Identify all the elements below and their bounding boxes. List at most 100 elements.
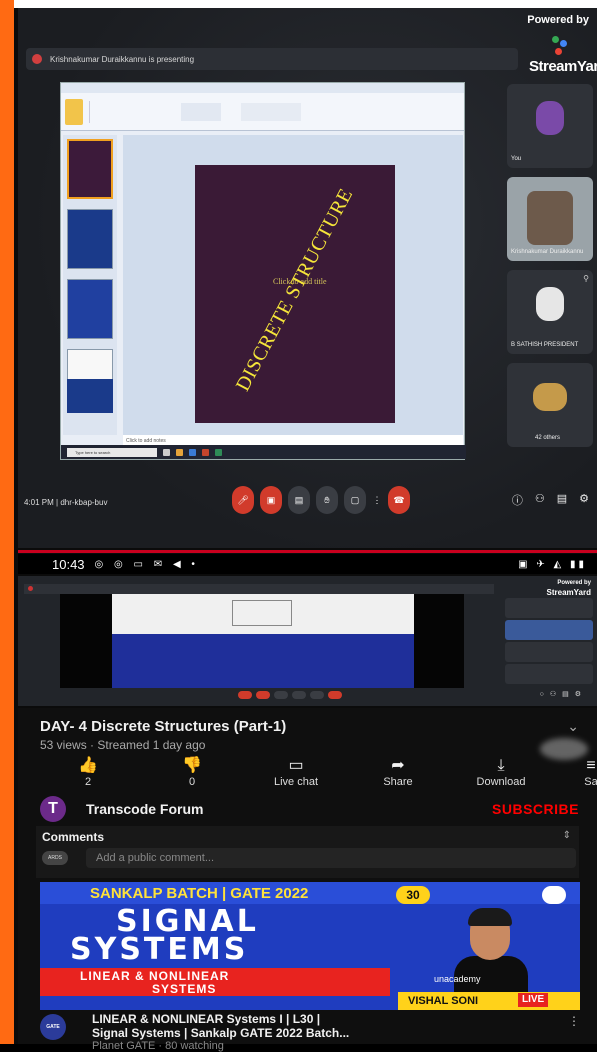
live-chat-button[interactable]: ▭ Live chat xyxy=(254,756,338,788)
download-label: Download xyxy=(476,776,526,788)
slide-title: DISCRETE STRUCTURE xyxy=(231,184,358,395)
comment-input[interactable]: Add a public comment... xyxy=(86,848,576,868)
recommended-title-line2[interactable]: Signal Systems | Sankalp GATE 2022 Batch… xyxy=(92,1026,349,1040)
participant-name: B SATHISH PRESIDENT xyxy=(511,342,579,348)
video-meta: 53 views · Streamed 1 day ago xyxy=(40,738,206,752)
taskbar-app-icon xyxy=(215,448,222,456)
participant-video xyxy=(527,191,573,245)
streamyard-meeting: Powered by StreamYard Krishnakumar Durai… xyxy=(18,8,597,548)
share-icon: ➦ xyxy=(391,757,405,774)
action-bar: 👍 2 👎 0 ▭ Live chat ➦ Share ⤓ Download ≡ xyxy=(18,756,597,792)
video-player[interactable]: Powered by StreamYard ○⚇▤⚙ xyxy=(18,576,597,706)
mic-off-icon: ⚲ xyxy=(583,274,589,283)
download-button[interactable]: ⤓ Download xyxy=(456,756,546,788)
phone-status-bar: 10:43 ◎ ◎ ▭ ✉ ◀ • ▣ ✈ ◭ ▮▮ xyxy=(18,554,597,574)
thumbnail-topic-line2: SYSTEMS xyxy=(152,982,217,996)
presenting-icon xyxy=(32,54,42,64)
participant-tiles: You Krishnakumar Duraikkannu ⚲ B SATHISH… xyxy=(507,84,593,456)
share-label: Share xyxy=(383,776,413,788)
presenting-banner: Krishnakumar Duraikkannu is presenting xyxy=(26,48,518,70)
comments-section[interactable]: Comments ⇕ ARDS Add a public comment... xyxy=(36,826,579,878)
download-icon: ⤓ xyxy=(497,757,505,774)
present-button[interactable]: ▢ xyxy=(344,486,366,514)
share-button[interactable]: ➦ Share xyxy=(368,756,428,788)
presenting-text: Krishnakumar Duraikkannu is presenting xyxy=(50,54,195,64)
player-slide xyxy=(112,594,414,688)
live-chat-label: Live chat xyxy=(273,776,319,788)
save-label: Sa xyxy=(584,776,597,788)
recommended-meta: Planet GATE · 80 watching xyxy=(92,1040,224,1052)
slide-thumbnail xyxy=(67,279,113,339)
people-icon[interactable]: ⚇ xyxy=(535,492,545,508)
notification-icons: ◎ ◎ ▭ ✉ ◀ • xyxy=(94,558,199,570)
raise-hand-button[interactable]: ✋︎ xyxy=(316,486,338,514)
thumbnail-title-line2: SYSTEMS xyxy=(70,932,249,967)
streamyard-logo-icon xyxy=(552,36,568,58)
streamyard-logo: StreamYard xyxy=(529,36,597,75)
ppt-title-bar xyxy=(61,83,464,93)
participant-tile[interactable]: ⚲ B SATHISH PRESIDENT xyxy=(507,270,593,354)
dislike-button[interactable]: 👎 0 xyxy=(172,756,212,788)
player-participant-tiles xyxy=(505,598,593,686)
taskbar-app-icon xyxy=(176,448,183,456)
save-button[interactable]: ≡ Sa xyxy=(576,756,597,788)
recommended-channel-avatar[interactable]: GATE xyxy=(40,1014,66,1040)
powered-by-label: Powered by xyxy=(527,14,589,26)
left-accent-bar xyxy=(0,0,14,1044)
call-controls: 🎤︎ ▣ ▤ ✋︎ ▢ ⋮ ☎ xyxy=(232,486,410,514)
unacademy-brand: unacademy xyxy=(434,974,481,984)
chat-icon[interactable]: ▤ xyxy=(557,492,567,508)
participant-tile[interactable]: Krishnakumar Duraikkannu xyxy=(507,177,593,261)
expand-comments-icon[interactable]: ⇕ xyxy=(563,830,571,841)
youtube-video-details: DAY- 4 Discrete Structures (Part-1) ⌄ 53… xyxy=(18,708,597,1052)
streamyard-logo-text: StreamYard xyxy=(529,58,597,75)
avatar xyxy=(536,100,564,135)
player-presenting-banner xyxy=(24,584,494,594)
recommended-video-info[interactable]: GATE LINEAR & NONLINEAR Systems I | L30 … xyxy=(40,1012,580,1052)
participant-name: 42 others xyxy=(535,435,561,441)
video-title[interactable]: DAY- 4 Discrete Structures (Part-1) xyxy=(40,718,286,735)
mini-powered-by: Powered by xyxy=(557,580,591,586)
comments-title: Comments xyxy=(42,830,105,844)
participant-name: Krishnakumar Duraikkannu xyxy=(511,249,584,255)
info-icon[interactable]: ⓘ xyxy=(512,492,523,508)
taskbar-app-icon xyxy=(163,448,170,456)
mic-button[interactable]: 🎤︎ xyxy=(232,486,254,514)
participant-tile[interactable]: You xyxy=(507,84,593,168)
current-slide: Click to add title DISCRETE STRUCTURE xyxy=(195,165,395,423)
thumbs-down-icon: 👎 xyxy=(182,757,202,774)
activities-icon[interactable]: ⚙ xyxy=(579,492,589,508)
live-chat-icon: ▭ xyxy=(288,757,304,774)
recommended-title-line1[interactable]: LINEAR & NONLINEAR Systems I | L30 | xyxy=(92,1012,320,1026)
camera-button[interactable]: ▣ xyxy=(260,486,282,514)
thumbnail-topic-line1: LINEAR & NONLINEAR xyxy=(80,969,230,983)
leave-call-button[interactable]: ☎ xyxy=(388,486,410,514)
taskbar-search: Type here to search xyxy=(67,447,157,457)
player-side-controls: ○⚇▤⚙ xyxy=(539,691,587,698)
more-options-icon[interactable]: ⋮ xyxy=(568,1014,580,1028)
like-button[interactable]: 👍 2 xyxy=(68,756,108,788)
avatar-group xyxy=(533,382,567,411)
player-call-controls xyxy=(238,691,342,699)
taskbar-app-icon xyxy=(202,448,209,456)
meeting-info: 4:01 PM | dhr-kbap-buv xyxy=(24,498,108,507)
chevron-down-icon[interactable]: ⌄ xyxy=(567,718,579,735)
user-avatar: ARDS xyxy=(42,851,68,865)
ppt-ribbon xyxy=(61,93,464,131)
gate-logo-icon xyxy=(542,886,566,904)
subscribe-button[interactable]: SUBSCRIBE xyxy=(492,801,579,817)
status-time: 10:43 xyxy=(52,556,85,572)
mini-streamyard-logo: StreamYard xyxy=(546,588,591,597)
channel-name[interactable]: Transcode Forum xyxy=(86,801,203,817)
participant-tile[interactable]: 42 others xyxy=(507,363,593,447)
captions-button[interactable]: ▤ xyxy=(288,486,310,514)
shared-screen-powerpoint: Click to add title DISCRETE STRUCTURE Cl… xyxy=(60,82,466,460)
presenter-name: VISHAL SONI xyxy=(398,992,580,1010)
meeting-side-controls: ⓘ ⚇ ▤ ⚙ xyxy=(512,492,589,508)
thumbnail-batch-text: SANKALP BATCH | GATE 2022 xyxy=(90,885,309,902)
channel-avatar[interactable]: T xyxy=(40,796,66,822)
avatar xyxy=(536,286,564,321)
slide-thumbnail xyxy=(67,139,113,199)
recommended-video-thumbnail[interactable]: SANKALP BATCH | GATE 2022 30 SIGNAL SYST… xyxy=(40,882,580,1010)
more-options-button[interactable]: ⋮ xyxy=(372,486,382,514)
